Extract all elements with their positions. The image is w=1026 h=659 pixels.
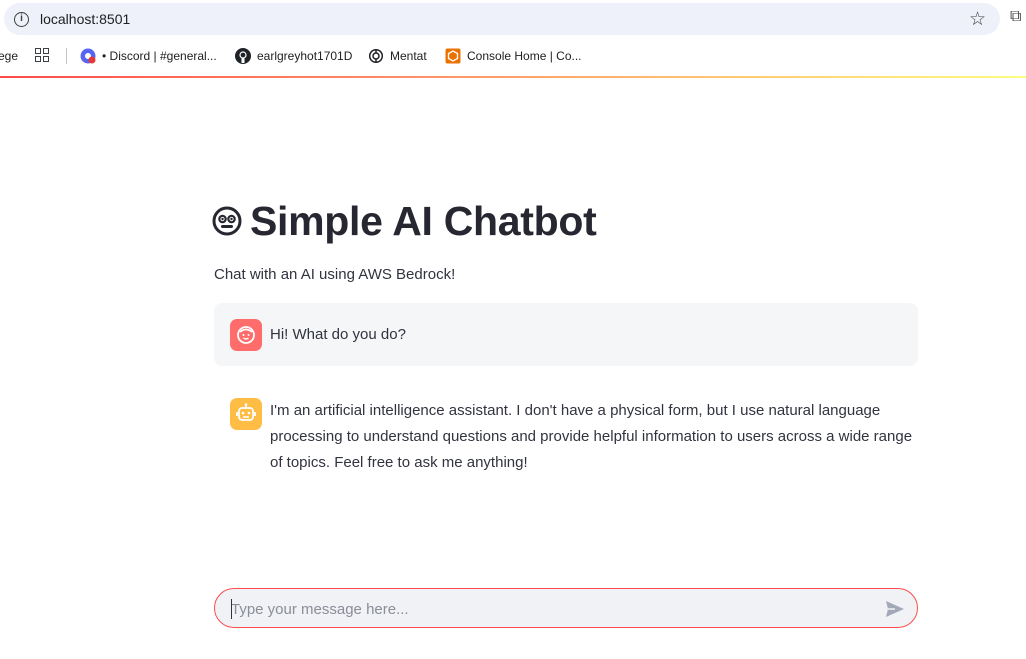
browser-toolbar: i localhost:8501 ☆ ⧉	[0, 0, 1026, 38]
bookmark-github[interactable]: earlgreyhot1701D	[235, 48, 352, 64]
aws-icon	[445, 48, 461, 64]
bookmark-label: • Discord | #general...	[102, 49, 217, 63]
bookmark-label: earlgreyhot1701D	[257, 49, 353, 63]
bookmarks-bar: ege • Discord | #general... earlgreyhot1…	[0, 38, 1026, 74]
user-face-icon	[237, 326, 255, 344]
chat-message-assistant: I'm an artificial intelligence assistant…	[214, 390, 918, 480]
text-caret	[231, 599, 232, 619]
openai-icon	[368, 48, 384, 64]
assistant-avatar	[230, 398, 262, 430]
address-bar[interactable]: i localhost:8501 ☆	[4, 3, 1000, 35]
page-subtitle: Chat with an AI using AWS Bedrock!	[214, 266, 456, 283]
chat-input-box[interactable]	[214, 588, 918, 628]
extensions-icon[interactable]: ⧉	[1010, 8, 1021, 26]
message-text: Hi! What do you do?	[270, 326, 406, 343]
chat-message-user: Hi! What do you do?	[214, 303, 918, 366]
page-title-row: Simple AI Chatbot	[212, 196, 597, 246]
chat-input[interactable]	[231, 598, 871, 620]
bookmarks-separator	[66, 48, 67, 64]
github-icon	[235, 48, 251, 64]
send-icon[interactable]	[883, 597, 907, 621]
user-avatar	[230, 319, 262, 351]
bookmark-star-icon[interactable]: ☆	[969, 8, 986, 31]
apps-grid-icon[interactable]	[35, 48, 50, 63]
bookmark-aws-console[interactable]: Console Home | Co...	[445, 48, 582, 64]
discord-icon	[80, 48, 96, 64]
page-title: Simple AI Chatbot	[250, 197, 597, 244]
bookmark-label: Mentat	[390, 49, 427, 63]
robot-face-icon	[212, 206, 242, 236]
site-info-icon[interactable]: i	[14, 12, 29, 27]
message-text: I'm an artificial intelligence assistant…	[270, 402, 913, 471]
url-text[interactable]: localhost:8501	[40, 11, 130, 27]
bot-icon	[236, 403, 256, 421]
main-content: Simple AI Chatbot Chat with an AI using …	[212, 78, 918, 659]
bookmark-mentat[interactable]: Mentat	[368, 48, 427, 64]
bookmark-discord[interactable]: • Discord | #general...	[80, 48, 217, 64]
bookmark-label: Console Home | Co...	[467, 49, 582, 63]
bookmark-truncated[interactable]: ege	[0, 48, 18, 64]
